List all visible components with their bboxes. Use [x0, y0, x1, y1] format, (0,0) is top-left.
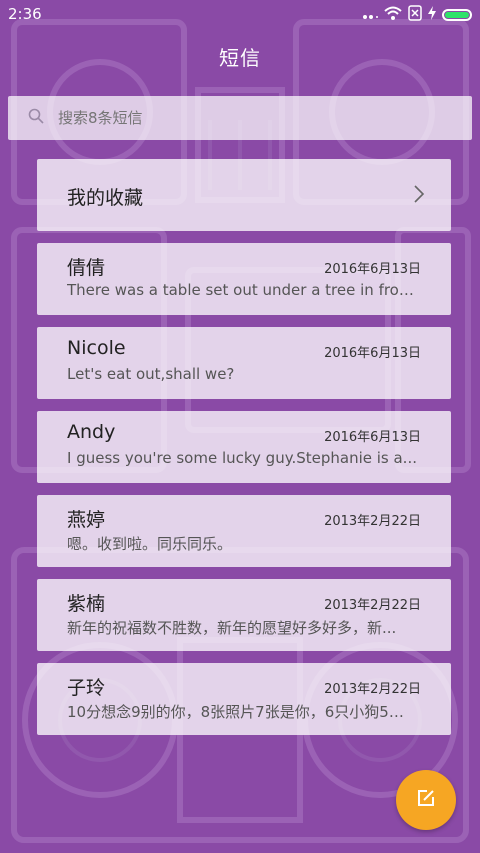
message-date: 2016年6月13日	[324, 346, 421, 361]
conversation-item[interactable]: 倩倩 2016年6月13日 There was a table set out …	[37, 243, 451, 315]
conversation-item[interactable]: 子玲 2013年2月22日 10分想念9别的你，8张照片7张是你，6只小狗5只.…	[37, 663, 451, 735]
search-input[interactable]	[56, 108, 440, 128]
message-date: 2013年2月22日	[324, 598, 421, 613]
signal-dots-icon	[362, 6, 378, 24]
message-preview: Let's eat out,shall we?	[67, 365, 235, 383]
no-sim-icon	[408, 5, 422, 25]
status-icons	[362, 5, 472, 25]
message-preview: I guess you're some lucky guy.Stephanie …	[67, 449, 417, 467]
compose-button[interactable]	[396, 770, 456, 830]
search-icon	[8, 108, 44, 128]
battery-level	[445, 12, 469, 18]
message-date: 2013年2月22日	[324, 514, 421, 529]
message-preview: 10分想念9别的你，8张照片7张是你，6只小狗5只...	[67, 703, 417, 721]
conversation-item[interactable]: 燕婷 2013年2月22日 嗯。收到啦。同乐同乐。	[37, 495, 451, 567]
conversation-item[interactable]: Andy 2016年6月13日 I guess you're some luck…	[37, 411, 451, 483]
battery-icon	[442, 9, 472, 21]
message-preview: 新年的祝福数不胜数，新年的愿望好多好多，新...	[67, 619, 397, 637]
message-date: 2016年6月13日	[324, 262, 421, 277]
compose-icon	[417, 789, 435, 811]
message-date: 2016年6月13日	[324, 430, 421, 445]
favorites-item[interactable]: 我的收藏	[37, 159, 451, 231]
status-time: 2:36	[8, 5, 42, 23]
conversation-item[interactable]: Nicole 2016年6月13日 Let's eat out,shall we…	[37, 327, 451, 399]
charging-icon	[428, 6, 436, 24]
wifi-icon	[384, 6, 402, 24]
contact-name: Nicole	[67, 337, 126, 359]
contact-name: 燕婷	[67, 509, 106, 531]
contact-name: 紫楠	[67, 593, 106, 615]
favorites-label: 我的收藏	[67, 187, 144, 209]
page-title: 短信	[219, 46, 261, 70]
message-preview: There was a table set out under a tree i…	[67, 281, 417, 299]
conversation-item[interactable]: 紫楠 2013年2月22日 新年的祝福数不胜数，新年的愿望好多好多，新...	[37, 579, 451, 651]
search-bar[interactable]	[8, 96, 472, 140]
message-preview: 嗯。收到啦。同乐同乐。	[67, 535, 233, 553]
contact-name: Andy	[67, 421, 116, 443]
status-bar: 2:36	[0, 0, 480, 28]
contact-name: 倩倩	[67, 257, 106, 279]
contact-name: 子玲	[67, 677, 106, 699]
message-date: 2013年2月22日	[324, 682, 421, 697]
